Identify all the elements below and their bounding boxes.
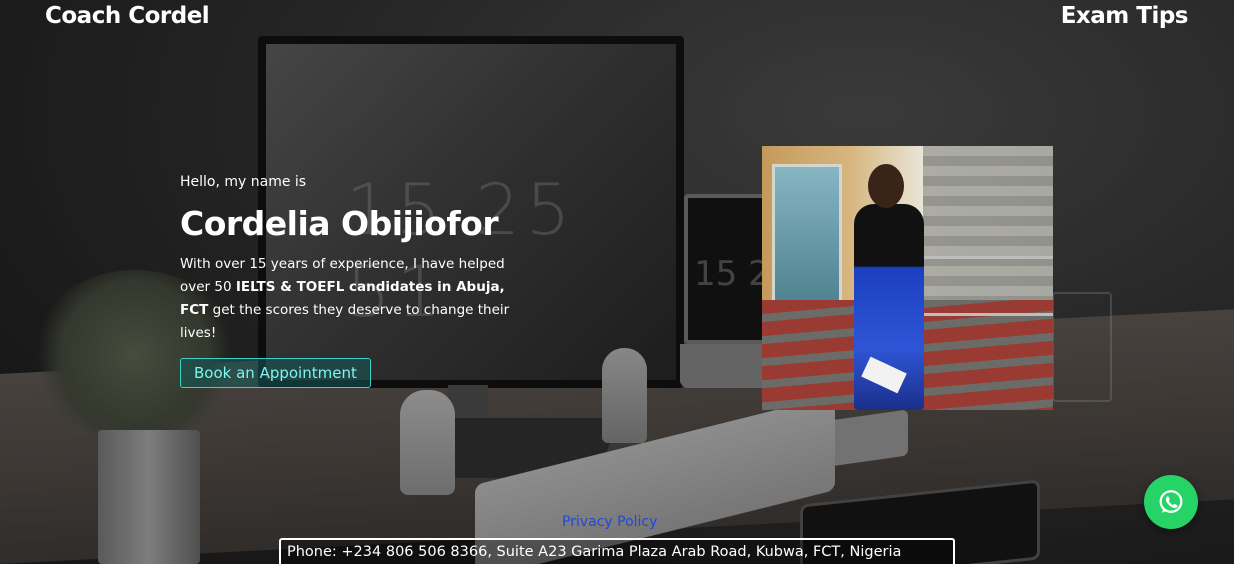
contact-info: Phone: +234 806 506 8366, Suite A23 Gari… bbox=[279, 538, 955, 564]
photo-person-head bbox=[868, 164, 904, 208]
nav-exam-tips[interactable]: Exam Tips bbox=[1061, 3, 1189, 29]
whatsapp-button[interactable] bbox=[1144, 475, 1198, 529]
coach-name: Cordelia Obijiofor bbox=[180, 204, 499, 243]
intro-section: Hello, my name is Cordelia Obijiofor Wit… bbox=[180, 174, 530, 388]
bio-part-2: get the scores they deserve to change th… bbox=[180, 302, 510, 341]
greeting-text: Hello, my name is bbox=[180, 174, 307, 190]
book-appointment-button[interactable]: Book an Appointment bbox=[180, 358, 371, 388]
coach-photo bbox=[762, 146, 1053, 410]
photo-railing bbox=[922, 256, 1053, 316]
photo-door bbox=[772, 164, 842, 314]
bio-text: With over 15 years of experience, I have… bbox=[180, 253, 530, 345]
privacy-policy-link[interactable]: Privacy Policy bbox=[562, 514, 657, 530]
site-brand[interactable]: Coach Cordel bbox=[45, 3, 210, 29]
whatsapp-icon bbox=[1159, 490, 1183, 513]
